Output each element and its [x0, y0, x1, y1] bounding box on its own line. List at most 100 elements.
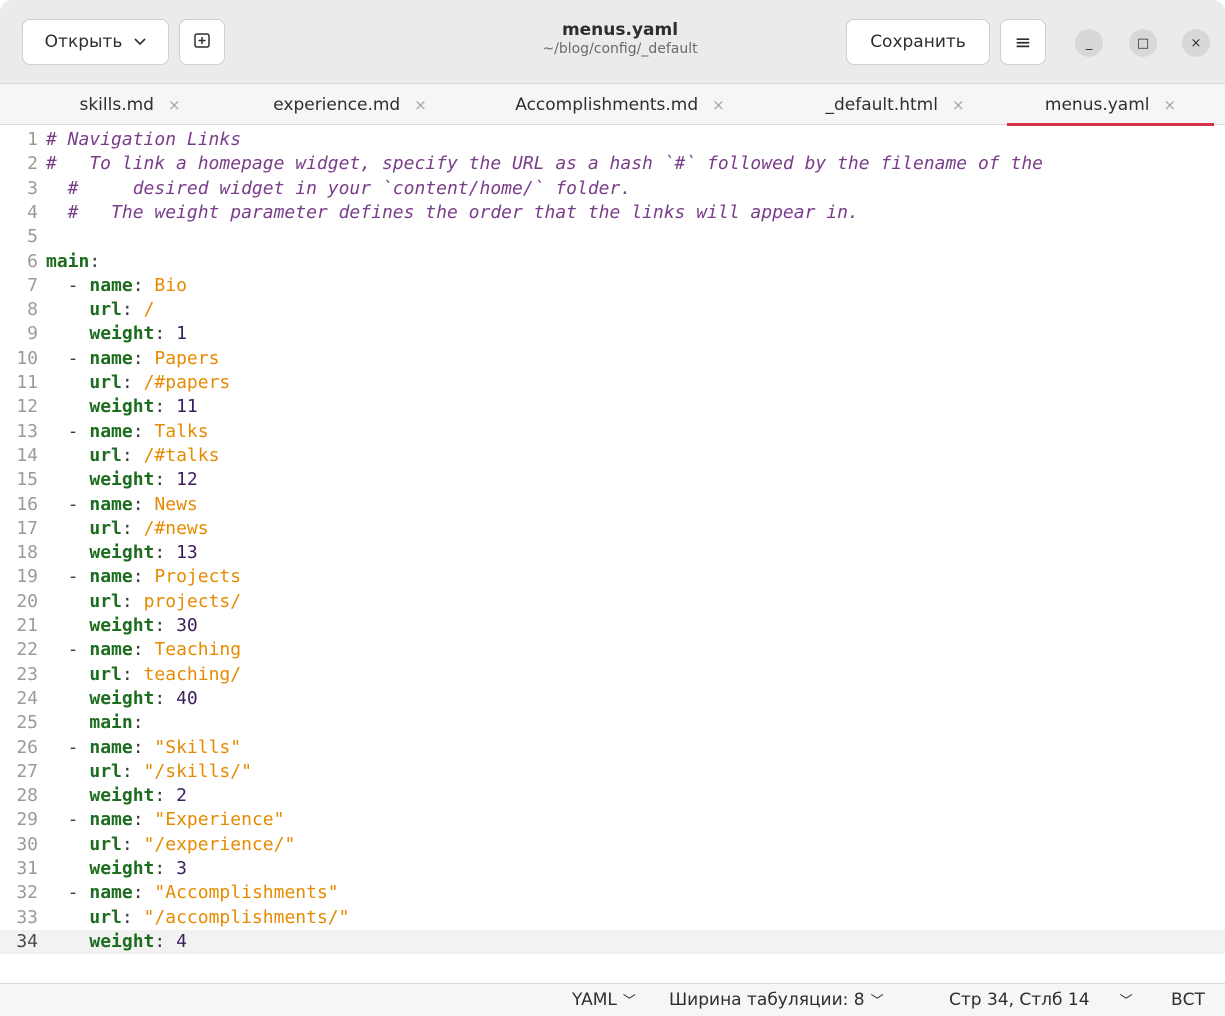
code-line[interactable]: 22 - name: Teaching: [0, 638, 1225, 662]
line-text[interactable]: - name: "Accomplishments": [46, 881, 339, 905]
line-text[interactable]: main:: [46, 711, 143, 735]
line-text[interactable]: url: /: [46, 298, 154, 322]
code-line[interactable]: 34 weight: 4: [0, 929, 1225, 955]
line-text[interactable]: - name: Teaching: [46, 638, 241, 662]
code-line[interactable]: 13 - name: Talks: [0, 420, 1225, 444]
code-line[interactable]: 31 weight: 3: [0, 857, 1225, 881]
line-text[interactable]: # Navigation Links: [46, 128, 241, 152]
tab-close-icon[interactable]: ×: [1164, 96, 1177, 114]
code-editor[interactable]: 1 # Navigation Links 2 # To link a homepage…: [0, 126, 1225, 983]
tab-accomplishments-md[interactable]: Accomplishments.md ×: [480, 84, 760, 125]
line-text[interactable]: # desired widget in your `content/home/`…: [46, 177, 632, 201]
line-text[interactable]: # To link a homepage widget, specify the…: [46, 152, 1043, 176]
line-text[interactable]: url: "/accomplishments/": [46, 906, 349, 930]
line-text[interactable]: url: /#talks: [46, 444, 219, 468]
token-plain: -: [46, 347, 90, 369]
line-text[interactable]: weight: 13: [46, 541, 197, 565]
code-line[interactable]: 15 weight: 12: [0, 468, 1225, 492]
code-line[interactable]: 18 weight: 13: [0, 541, 1225, 565]
line-text[interactable]: - name: Bio: [46, 274, 187, 298]
code-line[interactable]: 10 - name: Papers: [0, 347, 1225, 371]
line-text[interactable]: weight: 1: [46, 322, 187, 346]
main-menu-button[interactable]: ≡: [1000, 19, 1046, 65]
code-line[interactable]: 17 url: /#news: [0, 517, 1225, 541]
code-line[interactable]: 3 # desired widget in your `content/home…: [0, 177, 1225, 201]
tab-close-icon[interactable]: ×: [952, 96, 965, 114]
code-line[interactable]: 1 # Navigation Links: [0, 128, 1225, 152]
line-text[interactable]: url: /#papers: [46, 371, 230, 395]
code-line[interactable]: 4 # The weight parameter defines the ord…: [0, 201, 1225, 225]
line-text[interactable]: weight: 4: [46, 930, 187, 954]
tab-experience-md[interactable]: experience.md ×: [240, 84, 460, 125]
code-line[interactable]: 14 url: /#talks: [0, 444, 1225, 468]
tab-close-icon[interactable]: ×: [712, 96, 725, 114]
code-line[interactable]: 24 weight: 40: [0, 687, 1225, 711]
code-line[interactable]: 32 - name: "Accomplishments": [0, 881, 1225, 905]
code-line[interactable]: 28 weight: 2: [0, 784, 1225, 808]
code-line[interactable]: 7 - name: Bio: [0, 274, 1225, 298]
line-text[interactable]: - name: Projects: [46, 565, 241, 589]
code-line[interactable]: 5: [0, 225, 1225, 249]
token-key: url: [89, 517, 122, 539]
code-line[interactable]: 20 url: projects/: [0, 590, 1225, 614]
token-key: weight: [89, 615, 155, 636]
tab-close-icon[interactable]: ×: [414, 96, 427, 114]
line-text[interactable]: weight: 3: [46, 857, 187, 881]
minimize-button[interactable]: _: [1075, 29, 1103, 57]
tab-close-icon[interactable]: ×: [168, 96, 181, 114]
insert-mode-indicator[interactable]: ВСТ: [1171, 990, 1205, 1010]
open-button[interactable]: Открыть: [22, 19, 169, 65]
line-number: 25: [16, 712, 38, 734]
code-line[interactable]: 25 main:: [0, 711, 1225, 735]
code-line[interactable]: 6 main:: [0, 250, 1225, 274]
line-text[interactable]: weight: 11: [46, 395, 197, 419]
line-text[interactable]: weight: 2: [46, 784, 187, 808]
token-plain: :: [154, 687, 177, 709]
token-key: weight: [89, 930, 155, 952]
line-text[interactable]: - name: News: [46, 493, 198, 517]
line-text[interactable]: - name: Talks: [46, 420, 209, 444]
line-text[interactable]: url: "/skills/": [46, 760, 252, 784]
language-selector[interactable]: YAML ﹀: [572, 990, 636, 1010]
cursor-position-selector[interactable]: Стр 34, Стлб 14 ﹀: [949, 990, 1133, 1010]
token-key: url: [89, 444, 122, 466]
line-text[interactable]: url: /#news: [46, 517, 208, 541]
line-text[interactable]: - name: Papers: [46, 347, 220, 371]
code-line[interactable]: 11 url: /#papers: [0, 371, 1225, 395]
line-text[interactable]: url: teaching/: [46, 663, 241, 687]
tab-width-selector[interactable]: Ширина табуляции: 8 ﹀: [669, 990, 884, 1010]
code-line[interactable]: 21 weight: 30: [0, 614, 1225, 638]
code-line[interactable]: 19 - name: Projects: [0, 565, 1225, 589]
maximize-button[interactable]: □: [1129, 29, 1157, 57]
line-text[interactable]: url: "/experience/": [46, 833, 295, 857]
line-text[interactable]: - name: "Skills": [46, 736, 241, 760]
tab-default-html[interactable]: _default.html ×: [790, 84, 1000, 125]
code-line[interactable]: 2 # To link a homepage widget, specify th…: [0, 152, 1225, 176]
code-line[interactable]: 16 - name: News: [0, 493, 1225, 517]
code-line[interactable]: 26 - name: "Skills": [0, 736, 1225, 760]
code-line[interactable]: 8 url: /: [0, 298, 1225, 322]
tab-menus-yaml[interactable]: menus.yaml ×: [1007, 84, 1214, 126]
line-text[interactable]: main:: [46, 250, 100, 274]
close-window-button[interactable]: ×: [1182, 29, 1210, 57]
code-line[interactable]: 29 - name: "Experience": [0, 808, 1225, 832]
code-line[interactable]: 12 weight: 11: [0, 395, 1225, 419]
code-line[interactable]: 23 url: teaching/: [0, 663, 1225, 687]
save-button[interactable]: Сохранить: [846, 19, 990, 65]
line-text[interactable]: # The weight parameter defines the order…: [46, 201, 859, 225]
tab-skills-md[interactable]: skills.md ×: [40, 84, 220, 125]
code-line[interactable]: 30 url: "/experience/": [0, 833, 1225, 857]
code-line[interactable]: 27 url: "/skills/": [0, 760, 1225, 784]
line-text[interactable]: url: projects/: [46, 590, 241, 614]
line-text[interactable]: - name: "Experience": [46, 808, 285, 832]
code-line[interactable]: 33 url: "/accomplishments/": [0, 906, 1225, 930]
line-text[interactable]: weight: 40: [46, 687, 197, 711]
line-text[interactable]: weight: 30: [46, 614, 197, 638]
new-tab-button[interactable]: [179, 19, 225, 65]
line-text[interactable]: weight: 12: [46, 468, 197, 492]
code-line[interactable]: 9 weight: 1: [0, 322, 1225, 346]
token-plain: :: [89, 250, 101, 272]
